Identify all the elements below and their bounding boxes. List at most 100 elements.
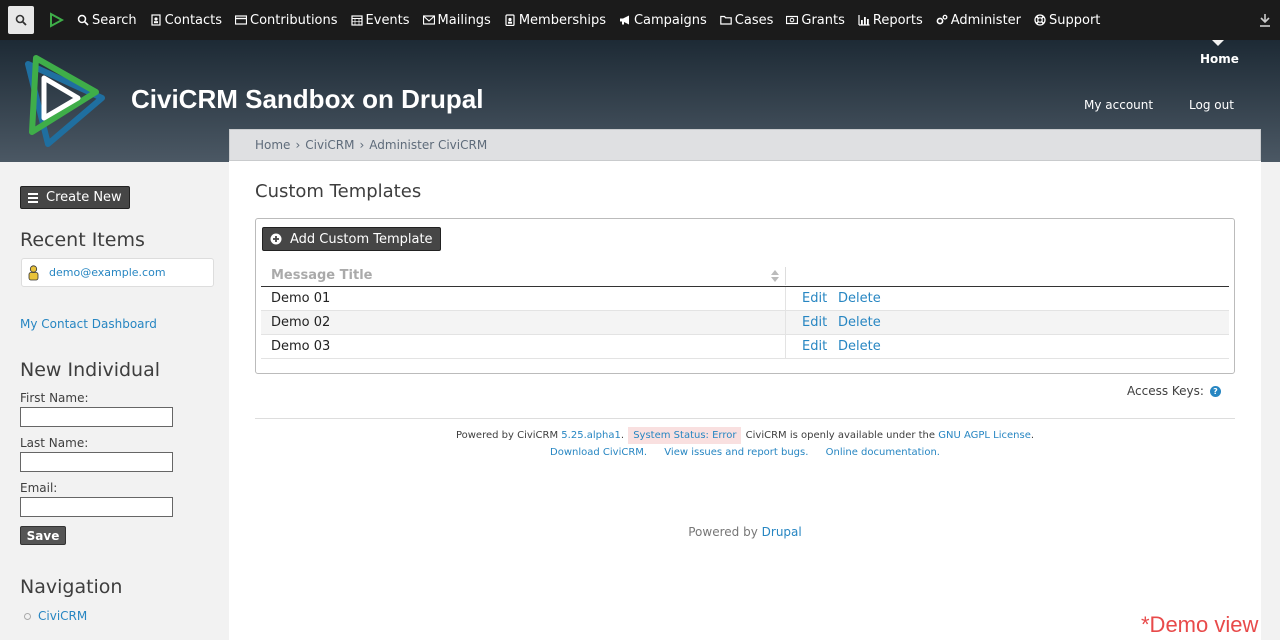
version-link[interactable]: 5.25.alpha1 — [561, 430, 621, 441]
system-status-link[interactable]: System Status: Error — [628, 427, 742, 444]
breadcrumb-separator: › — [359, 138, 365, 152]
table-row: Demo 02 Edit Delete — [261, 311, 1229, 335]
footer-divider — [255, 418, 1235, 419]
report-bugs-link[interactable]: View issues and report bugs. — [664, 447, 808, 458]
message-title-cell: Demo 02 — [271, 315, 331, 330]
bars-icon — [28, 193, 38, 203]
logout-link[interactable]: Log out — [1189, 98, 1234, 112]
delete-link[interactable]: Delete — [838, 291, 881, 306]
menu-item-label: Contributions — [250, 12, 338, 28]
menu-item-contributions[interactable]: Contributions — [235, 13, 338, 28]
calendar-icon — [350, 14, 363, 26]
delete-link[interactable]: Delete — [838, 339, 881, 354]
menu-item-reports[interactable]: Reports — [858, 13, 923, 28]
civicrm-logo-icon[interactable] — [48, 12, 64, 28]
recent-item-link[interactable]: demo@example.com — [49, 266, 166, 279]
edit-link[interactable]: Edit — [802, 339, 827, 354]
footer-links: Download CiviCRM. View issues and report… — [229, 447, 1261, 458]
home-tab[interactable]: Home — [1200, 52, 1239, 66]
table-row: Demo 01 Edit Delete — [261, 287, 1229, 311]
menu-item-label: Campaigns — [633, 12, 707, 28]
menu-item-campaigns[interactable]: Campaigns — [619, 13, 707, 28]
menu-item-label: Mailings — [437, 12, 491, 28]
recent-items-heading: Recent Items — [20, 229, 145, 251]
breadcrumb-home[interactable]: Home — [255, 138, 290, 152]
menu-item-memberships[interactable]: Memberships — [504, 13, 606, 28]
bar-chart-icon — [858, 14, 870, 26]
nav-item-label: CiviCRM — [38, 609, 88, 623]
powered-by-text: Powered by CiviCRM — [455, 430, 559, 441]
menu-item-contacts[interactable]: Contacts — [150, 13, 222, 28]
download-civicrm-link[interactable]: Download CiviCRM. — [550, 447, 647, 458]
main-content: Custom Templates Add Custom Template Mes… — [229, 161, 1261, 640]
menu-item-events[interactable]: Events — [350, 13, 410, 28]
search-icon — [15, 14, 27, 26]
my-account-link[interactable]: My account — [1084, 98, 1153, 112]
custom-templates-panel: Add Custom Template Message Title Demo 0… — [255, 218, 1235, 374]
edit-link[interactable]: Edit — [802, 291, 827, 306]
civicrm-footer: Powered by CiviCRM 5.25.alpha1. System S… — [229, 427, 1261, 444]
column-divider — [785, 267, 786, 285]
first-name-label: First Name: — [20, 391, 89, 405]
menubar-collapse-icon[interactable] — [1258, 12, 1272, 28]
drupal-link[interactable]: Drupal — [762, 525, 802, 539]
message-title-cell: Demo 01 — [271, 291, 331, 306]
breadcrumb-separator: › — [295, 138, 301, 152]
breadcrumb-administer[interactable]: Administer CiviCRM — [369, 138, 487, 152]
menu-item-mailings[interactable]: Mailings — [422, 12, 491, 28]
individual-contact-icon — [28, 264, 39, 280]
table-row: Demo 03 Edit Delete — [261, 335, 1229, 359]
recent-item: demo@example.com — [21, 258, 214, 287]
email-field[interactable] — [20, 497, 173, 517]
add-custom-template-button[interactable]: Add Custom Template — [262, 227, 441, 251]
menu-item-label: Grants — [801, 12, 845, 28]
site-name[interactable]: CiviCRM Sandbox on Drupal — [131, 84, 483, 115]
available-text: CiviCRM is openly available under the — [745, 430, 936, 441]
access-keys: Access Keys: ? — [1127, 384, 1221, 398]
cogs-icon — [936, 14, 948, 26]
column-divider — [785, 335, 786, 359]
page-title: Custom Templates — [255, 181, 422, 202]
circle-bullet-icon — [24, 612, 31, 620]
sort-icon[interactable] — [771, 270, 779, 282]
documentation-link[interactable]: Online documentation. — [826, 447, 940, 458]
menu-item-label: Search — [92, 12, 137, 28]
menu-item-label: Support — [1049, 12, 1101, 28]
menu-item-grants[interactable]: Grants — [786, 13, 845, 28]
footer-period: . — [620, 430, 625, 441]
bullhorn-icon — [619, 14, 631, 26]
menu-item-label: Reports — [872, 12, 923, 28]
menu-item-support[interactable]: Support — [1034, 13, 1100, 28]
menu-item-search[interactable]: Search — [77, 13, 137, 28]
menu-item-administer[interactable]: Administer — [936, 13, 1021, 28]
create-new-button[interactable]: Create New — [20, 186, 130, 209]
edit-link[interactable]: Edit — [802, 315, 827, 330]
powered-by-drupal: Powered by Drupal — [229, 525, 1261, 539]
new-individual-heading: New Individual — [20, 359, 161, 381]
nav-item-civicrm[interactable]: CiviCRM — [24, 609, 87, 623]
templates-table: Message Title Demo 01 Edit Delete Demo 0… — [261, 265, 1229, 359]
delete-link[interactable]: Delete — [838, 315, 881, 330]
breadcrumb: Home › CiviCRM › Administer CiviCRM — [229, 129, 1261, 161]
life-ring-icon — [1034, 14, 1046, 26]
quicksearch-button[interactable] — [8, 6, 34, 34]
save-button[interactable]: Save — [20, 526, 66, 545]
breadcrumb-civicrm[interactable]: CiviCRM — [305, 138, 354, 152]
envelope-icon — [422, 14, 435, 26]
menu-item-cases[interactable]: Cases — [719, 13, 773, 28]
my-contact-dashboard-link[interactable]: My Contact Dashboard — [20, 317, 157, 331]
help-icon[interactable]: ? — [1209, 385, 1221, 397]
first-name-field[interactable] — [20, 407, 173, 427]
footer-period: . — [1030, 430, 1035, 441]
search-icon — [77, 14, 89, 26]
civicrm-logo-icon[interactable] — [18, 52, 110, 148]
powered-by-prefix: Powered by — [688, 525, 758, 539]
navigation-heading: Navigation — [20, 576, 123, 598]
money-icon — [786, 14, 799, 26]
plus-circle-icon — [270, 233, 282, 245]
column-divider — [785, 311, 786, 335]
add-custom-template-label: Add Custom Template — [290, 231, 433, 247]
license-link[interactable]: GNU AGPL License — [938, 430, 1031, 441]
last-name-field[interactable] — [20, 452, 173, 472]
column-header-message-title[interactable]: Message Title — [271, 268, 372, 283]
